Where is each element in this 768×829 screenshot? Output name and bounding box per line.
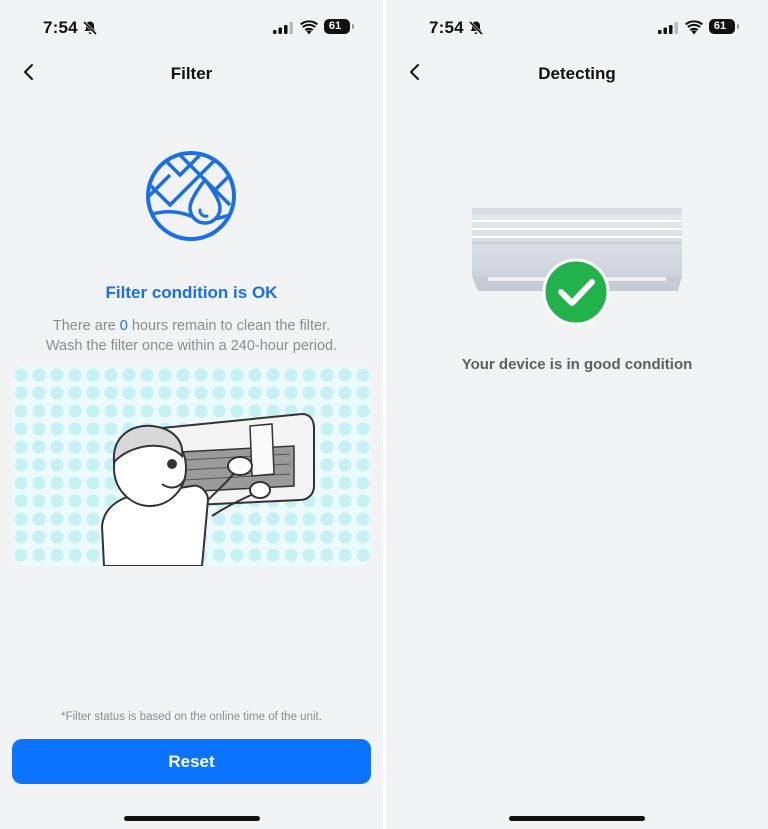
page-title: Filter <box>170 64 213 83</box>
battery-level: 61 <box>328 20 342 32</box>
filter-water-icon <box>146 151 236 241</box>
reset-button[interactable]: Reset <box>12 739 371 784</box>
status-time: 7:54 <box>429 18 464 37</box>
home-indicator[interactable] <box>509 816 645 821</box>
cellular-signal-icon <box>273 22 293 34</box>
wifi-icon <box>685 20 703 35</box>
filter-description: There are 0 hours remain to clean the fi… <box>0 316 383 356</box>
desc-prefix: There are <box>52 318 120 334</box>
desc-line2: Wash the filter once within a 240-hour p… <box>45 338 338 354</box>
desc-suffix: hours remain to clean the filter. <box>127 318 331 334</box>
page-title: Detecting <box>538 64 616 83</box>
detecting-screen: 7:54 61 Detecting Your device is in good… <box>386 0 768 829</box>
battery-icon: 61 <box>324 19 350 34</box>
wifi-icon <box>300 20 318 35</box>
hours-remaining: 0 <box>119 318 128 334</box>
home-indicator[interactable] <box>123 816 260 821</box>
bell-slash-icon <box>468 20 484 36</box>
battery-icon: 61 <box>709 19 735 34</box>
battery-cap <box>352 24 354 29</box>
air-conditioner-image <box>472 208 682 326</box>
filter-cleaning-illustration <box>12 366 370 566</box>
battery-cap <box>737 24 739 29</box>
cellular-signal-icon <box>658 22 678 34</box>
battery-level: 61 <box>713 20 727 32</box>
status-bar: 7:54 61 <box>386 16 768 42</box>
filter-screen: 7:54 61 Filter Filter condition is OK Th… <box>0 0 383 829</box>
filter-footnote: *Filter status is based on the online ti… <box>61 711 322 723</box>
device-status-text: Your device is in good condition <box>461 356 693 373</box>
nav-bar: Filter <box>0 55 383 93</box>
status-time: 7:54 <box>43 18 78 37</box>
nav-bar: Detecting <box>386 55 768 93</box>
status-bar: 7:54 61 <box>0 16 383 42</box>
bell-slash-icon <box>82 20 98 36</box>
filter-status-title: Filter condition is OK <box>105 283 278 302</box>
